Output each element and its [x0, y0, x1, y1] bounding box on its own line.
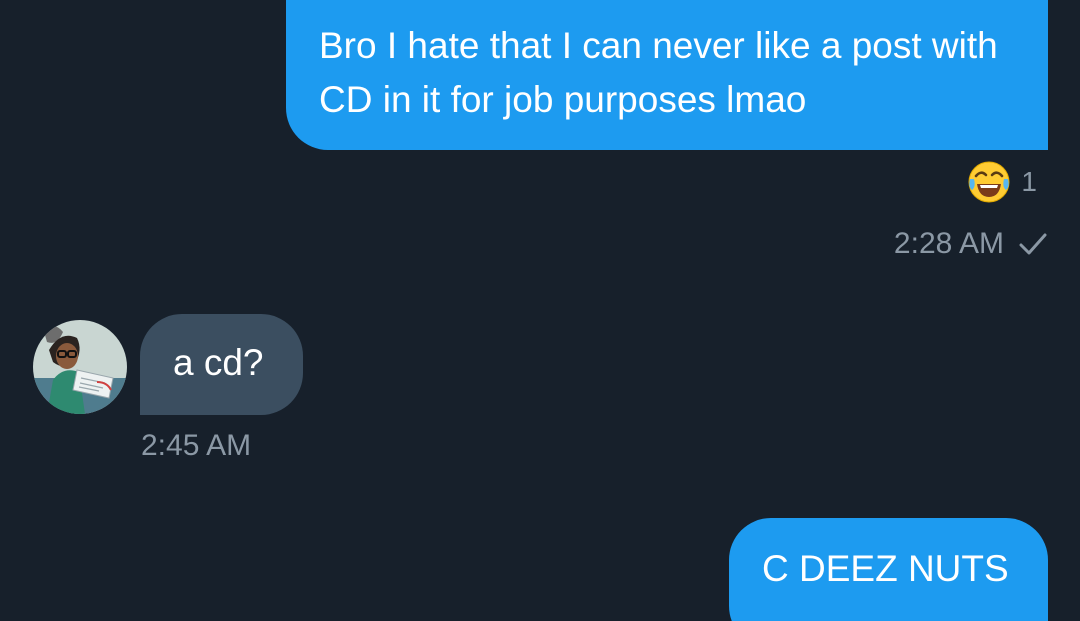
reaction-count: 1 [1021, 166, 1037, 197]
message-reaction[interactable]: 1 [967, 158, 1037, 206]
outgoing-message-bubble[interactable]: C DEEZ NUTS [729, 518, 1048, 621]
incoming-message-bubble[interactable]: a cd? [140, 314, 303, 415]
message-text: Bro I hate that I can never like a post … [319, 25, 998, 120]
avatar-image [33, 320, 127, 414]
dm-conversation: Bro I hate that I can never like a post … [0, 0, 1080, 621]
outgoing-message-bubble[interactable]: Bro I hate that I can never like a post … [286, 0, 1048, 150]
sent-check-icon [1019, 233, 1047, 255]
message-meta: 2:28 AM [894, 226, 1048, 262]
message-timestamp: 2:28 AM [893, 227, 1004, 260]
message-text: a cd? [173, 342, 264, 383]
face-with-tears-of-joy-icon [968, 161, 1010, 203]
user-avatar[interactable] [33, 320, 127, 414]
message-timestamp: 2:45 AM [141, 429, 252, 462]
message-text: C DEEZ NUTS [762, 548, 1009, 589]
